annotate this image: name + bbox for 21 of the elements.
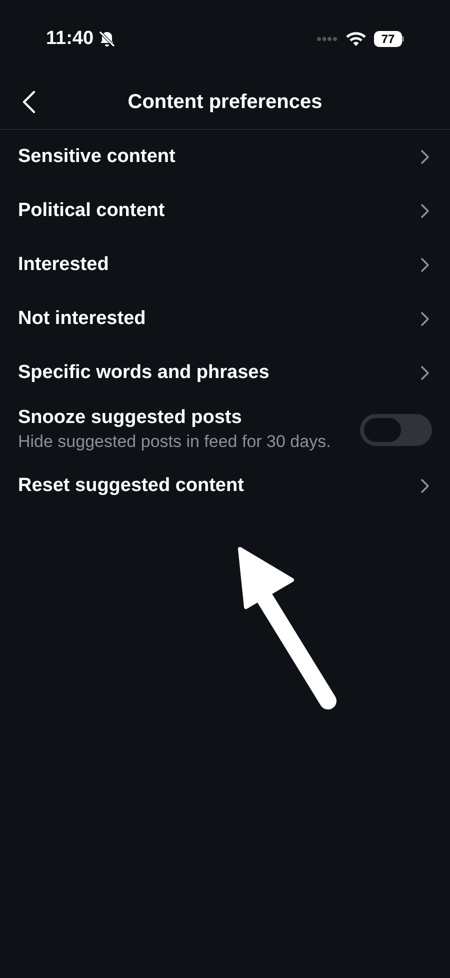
- battery-level: 77: [381, 33, 395, 45]
- settings-row[interactable]: Not interested: [0, 292, 450, 346]
- settings-row[interactable]: Reset suggested content: [0, 459, 450, 513]
- page-title: Content preferences: [128, 90, 322, 114]
- muted-bell-icon: [98, 30, 116, 48]
- chevron-icon: [420, 478, 430, 494]
- signal-icon: [316, 36, 338, 42]
- chevron-icon: [420, 203, 430, 219]
- toggle-switch[interactable]: [360, 414, 432, 446]
- settings-row[interactable]: Sensitive content: [0, 130, 450, 184]
- settings-row[interactable]: Interested: [0, 238, 450, 292]
- row-title: Snooze suggested posts: [18, 406, 243, 430]
- settings-row[interactable]: Political content: [0, 184, 450, 238]
- chevron-icon: [420, 311, 430, 327]
- settings-row[interactable]: Specific words and phrases: [0, 346, 450, 400]
- status-time: 11:40: [46, 26, 94, 51]
- row-description: Hide suggested posts in feed for 30 days.: [18, 431, 332, 453]
- chevron-icon: [420, 149, 430, 165]
- chevron-icon: [420, 257, 430, 273]
- wifi-icon: [346, 32, 366, 46]
- chevron-icon: [420, 365, 430, 381]
